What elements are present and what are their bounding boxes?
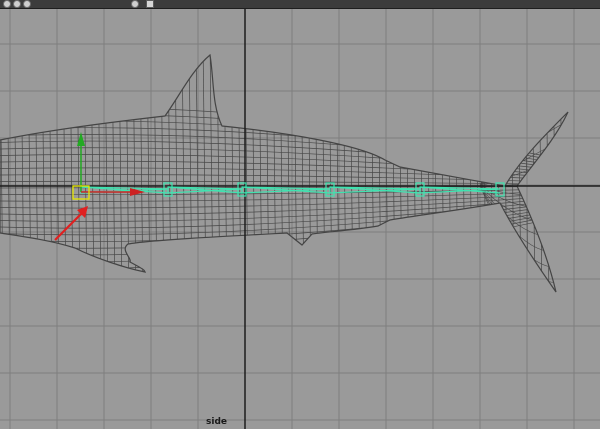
shading-icon[interactable] [13, 0, 21, 8]
camera-icon[interactable] [131, 0, 139, 8]
maya-side-viewport-window: side [0, 0, 600, 429]
side-viewport[interactable] [0, 9, 600, 429]
display-mode-icon[interactable] [3, 0, 11, 8]
wireframe-icon[interactable] [23, 0, 31, 8]
camera-name-label: side [206, 417, 227, 427]
panel-toolbar [0, 0, 600, 9]
isolate-icon[interactable] [146, 0, 154, 8]
